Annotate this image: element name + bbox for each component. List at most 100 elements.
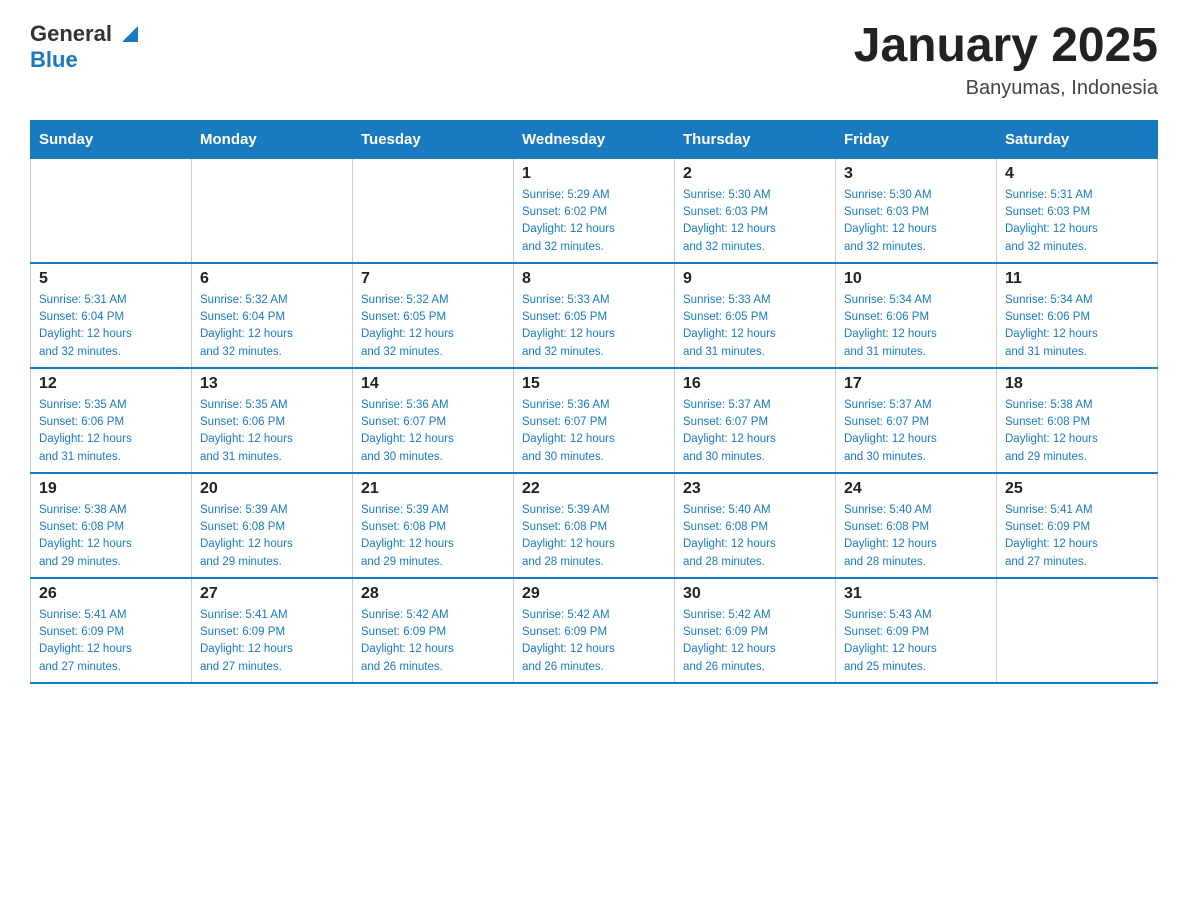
calendar-cell: 30Sunrise: 5:42 AMSunset: 6:09 PMDayligh…	[675, 578, 836, 683]
day-info: Sunrise: 5:34 AMSunset: 6:06 PMDaylight:…	[1005, 292, 1149, 361]
calendar-cell: 26Sunrise: 5:41 AMSunset: 6:09 PMDayligh…	[31, 578, 192, 683]
calendar-table: SundayMondayTuesdayWednesdayThursdayFrid…	[30, 120, 1158, 684]
calendar-cell	[192, 158, 353, 263]
day-info: Sunrise: 5:41 AMSunset: 6:09 PMDaylight:…	[1005, 502, 1149, 571]
calendar-cell: 10 Sunrise: 5:34 AMSunset: 6:06 PMDayligh…	[836, 263, 997, 368]
calendar-cell: 1 Sunrise: 5:29 AMSunset: 6:02 PMDaylight…	[514, 158, 675, 263]
day-number: 11	[1005, 270, 1149, 288]
day-info: Sunrise: 5:40 AMSunset: 6:08 PMDaylight:…	[683, 502, 827, 571]
day-info: Sunrise: 5:31 AMSunset: 6:03 PMDaylight:…	[1005, 187, 1149, 256]
header-monday: Monday	[192, 120, 353, 158]
day-info: Sunrise: 5:39 AMSunset: 6:08 PMDaylight:…	[200, 502, 344, 571]
header-tuesday: Tuesday	[353, 120, 514, 158]
calendar-cell: 19 Sunrise: 5:38 AMSunset: 6:08 PMDayligh…	[31, 473, 192, 578]
week-row-5: 26Sunrise: 5:41 AMSunset: 6:09 PMDayligh…	[31, 578, 1158, 683]
header-wednesday: Wednesday	[514, 120, 675, 158]
day-info: Sunrise: 5:40 AMSunset: 6:08 PMDaylight:…	[844, 502, 988, 571]
day-number: 16	[683, 375, 827, 393]
day-number: 14	[361, 375, 505, 393]
day-info: Sunrise: 5:35 AMSunset: 6:06 PMDaylight:…	[200, 397, 344, 466]
logo-triangle-icon	[116, 20, 144, 48]
calendar-cell: 16 Sunrise: 5:37 AMSunset: 6:07 PMDayligh…	[675, 368, 836, 473]
day-info: Sunrise: 5:30 AMSunset: 6:03 PMDaylight:…	[844, 187, 988, 256]
day-number: 5	[39, 270, 183, 288]
day-number: 13	[200, 375, 344, 393]
logo: General Blue	[30, 20, 144, 72]
day-info: Sunrise: 5:31 AMSunset: 6:04 PMDaylight:…	[39, 292, 183, 361]
day-number: 6	[200, 270, 344, 288]
calendar-cell: 28Sunrise: 5:42 AMSunset: 6:09 PMDayligh…	[353, 578, 514, 683]
day-info: Sunrise: 5:33 AMSunset: 6:05 PMDaylight:…	[522, 292, 666, 361]
header-saturday: Saturday	[997, 120, 1158, 158]
calendar-cell: 25 Sunrise: 5:41 AMSunset: 6:09 PMDayligh…	[997, 473, 1158, 578]
calendar-cell: 6 Sunrise: 5:32 AMSunset: 6:04 PMDaylight…	[192, 263, 353, 368]
calendar-cell: 17 Sunrise: 5:37 AMSunset: 6:07 PMDayligh…	[836, 368, 997, 473]
logo-text-blue: Blue	[30, 47, 78, 72]
day-number: 3	[844, 165, 988, 183]
day-info: Sunrise: 5:36 AMSunset: 6:07 PMDaylight:…	[522, 397, 666, 466]
header-sunday: Sunday	[31, 120, 192, 158]
calendar-cell: 18 Sunrise: 5:38 AMSunset: 6:08 PMDayligh…	[997, 368, 1158, 473]
calendar-cell: 20Sunrise: 5:39 AMSunset: 6:08 PMDayligh…	[192, 473, 353, 578]
day-info: Sunrise: 5:33 AMSunset: 6:05 PMDaylight:…	[683, 292, 827, 361]
calendar-cell	[997, 578, 1158, 683]
day-number: 1	[522, 165, 666, 183]
day-info: Sunrise: 5:38 AMSunset: 6:08 PMDaylight:…	[39, 502, 183, 571]
day-number: 18	[1005, 375, 1149, 393]
calendar-cell: 14 Sunrise: 5:36 AMSunset: 6:07 PMDayligh…	[353, 368, 514, 473]
day-info: Sunrise: 5:32 AMSunset: 6:05 PMDaylight:…	[361, 292, 505, 361]
day-number: 2	[683, 165, 827, 183]
day-info: Sunrise: 5:36 AMSunset: 6:07 PMDaylight:…	[361, 397, 505, 466]
day-number: 4	[1005, 165, 1149, 183]
day-info: Sunrise: 5:34 AMSunset: 6:06 PMDaylight:…	[844, 292, 988, 361]
calendar-cell	[353, 158, 514, 263]
day-info: Sunrise: 5:35 AMSunset: 6:06 PMDaylight:…	[39, 397, 183, 466]
calendar-cell: 7 Sunrise: 5:32 AMSunset: 6:05 PMDaylight…	[353, 263, 514, 368]
calendar-cell: 27Sunrise: 5:41 AMSunset: 6:09 PMDayligh…	[192, 578, 353, 683]
day-info: Sunrise: 5:42 AMSunset: 6:09 PMDaylight:…	[361, 607, 505, 676]
calendar-header-row: SundayMondayTuesdayWednesdayThursdayFrid…	[31, 120, 1158, 158]
day-info: Sunrise: 5:30 AMSunset: 6:03 PMDaylight:…	[683, 187, 827, 256]
day-number: 30	[683, 585, 827, 603]
calendar-cell: 31Sunrise: 5:43 AMSunset: 6:09 PMDayligh…	[836, 578, 997, 683]
page-header: General Blue January 2025 Banyumas, Indo…	[30, 20, 1158, 100]
day-number: 19	[39, 480, 183, 498]
day-number: 10	[844, 270, 988, 288]
day-info: Sunrise: 5:37 AMSunset: 6:07 PMDaylight:…	[844, 397, 988, 466]
calendar-cell: 15 Sunrise: 5:36 AMSunset: 6:07 PMDayligh…	[514, 368, 675, 473]
location: Banyumas, Indonesia	[854, 77, 1158, 100]
calendar-cell: 5 Sunrise: 5:31 AMSunset: 6:04 PMDaylight…	[31, 263, 192, 368]
day-number: 27	[200, 585, 344, 603]
day-info: Sunrise: 5:38 AMSunset: 6:08 PMDaylight:…	[1005, 397, 1149, 466]
day-number: 15	[522, 375, 666, 393]
week-row-2: 5 Sunrise: 5:31 AMSunset: 6:04 PMDaylight…	[31, 263, 1158, 368]
day-number: 29	[522, 585, 666, 603]
day-number: 9	[683, 270, 827, 288]
calendar-cell: 22 Sunrise: 5:39 AMSunset: 6:08 PMDayligh…	[514, 473, 675, 578]
week-row-1: 1 Sunrise: 5:29 AMSunset: 6:02 PMDaylight…	[31, 158, 1158, 263]
day-number: 7	[361, 270, 505, 288]
calendar-cell	[31, 158, 192, 263]
calendar-cell: 29 Sunrise: 5:42 AMSunset: 6:09 PMDayligh…	[514, 578, 675, 683]
day-number: 17	[844, 375, 988, 393]
day-info: Sunrise: 5:32 AMSunset: 6:04 PMDaylight:…	[200, 292, 344, 361]
calendar-cell: 3 Sunrise: 5:30 AMSunset: 6:03 PMDaylight…	[836, 158, 997, 263]
calendar-cell: 24Sunrise: 5:40 AMSunset: 6:08 PMDayligh…	[836, 473, 997, 578]
month-title: January 2025	[854, 20, 1158, 73]
calendar-cell: 2 Sunrise: 5:30 AMSunset: 6:03 PMDaylight…	[675, 158, 836, 263]
calendar-cell: 8Sunrise: 5:33 AMSunset: 6:05 PMDaylight…	[514, 263, 675, 368]
day-info: Sunrise: 5:39 AMSunset: 6:08 PMDaylight:…	[361, 502, 505, 571]
calendar-cell: 9 Sunrise: 5:33 AMSunset: 6:05 PMDaylight…	[675, 263, 836, 368]
calendar-cell: 21Sunrise: 5:39 AMSunset: 6:08 PMDayligh…	[353, 473, 514, 578]
day-number: 23	[683, 480, 827, 498]
day-number: 25	[1005, 480, 1149, 498]
day-number: 31	[844, 585, 988, 603]
calendar-cell: 12Sunrise: 5:35 AMSunset: 6:06 PMDayligh…	[31, 368, 192, 473]
day-info: Sunrise: 5:39 AMSunset: 6:08 PMDaylight:…	[522, 502, 666, 571]
day-number: 26	[39, 585, 183, 603]
week-row-3: 12Sunrise: 5:35 AMSunset: 6:06 PMDayligh…	[31, 368, 1158, 473]
day-info: Sunrise: 5:37 AMSunset: 6:07 PMDaylight:…	[683, 397, 827, 466]
day-info: Sunrise: 5:29 AMSunset: 6:02 PMDaylight:…	[522, 187, 666, 256]
day-number: 22	[522, 480, 666, 498]
day-info: Sunrise: 5:42 AMSunset: 6:09 PMDaylight:…	[522, 607, 666, 676]
